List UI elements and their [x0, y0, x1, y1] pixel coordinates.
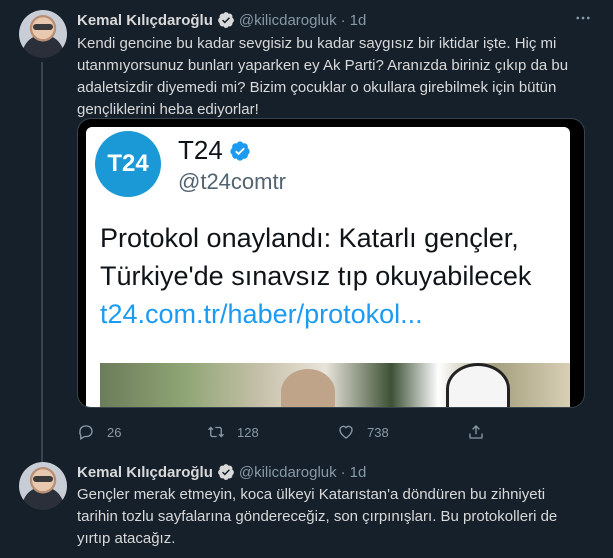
tweet-text: Gençler merak etmeyin, koca ülkeyi Katar… — [77, 484, 587, 550]
heart-icon — [339, 425, 353, 439]
card-author-label: T24 — [178, 135, 223, 165]
embedded-screenshot: T24 T24 @t24comtr Protokol onaylandı: Ka… — [86, 127, 570, 407]
card-headline-line: Türkiye'de sınavsız tıp okuyabilecek — [100, 261, 532, 291]
like-count: 738 — [367, 424, 389, 440]
author-name[interactable]: Kemal Kılıçdaroğlu — [77, 12, 213, 29]
share-icon — [469, 425, 483, 439]
avatar[interactable] — [19, 462, 67, 510]
author-handle[interactable]: @kilicdarogluk — [239, 464, 337, 481]
separator: · — [340, 463, 346, 481]
more-horizontal-icon[interactable] — [571, 8, 595, 28]
card-author-name: T24 — [178, 135, 251, 166]
card-headline-line: Protokol onaylandı: Katarlı gençler, — [100, 223, 519, 253]
card-headline: Protokol onaylandı: Katarlı gençler, Tür… — [100, 219, 570, 295]
tweet-text-line: Kendi gencine bu kadar sevgisiz bu kadar… — [77, 35, 557, 52]
tweet-text-line: tarihin tozlu sayfalarına göndereceğiz, … — [77, 508, 558, 525]
timestamp[interactable]: 1d — [350, 464, 367, 481]
tweet-header: Kemal Kılıçdaroğlu @kilicdarogluk · 1d — [77, 462, 366, 482]
photo-person — [446, 363, 510, 407]
media-card[interactable]: T24 T24 @t24comtr Protokol onaylandı: Ka… — [77, 118, 585, 408]
tweet[interactable]: Kemal Kılıçdaroğlu @kilicdarogluk · 1d G… — [0, 452, 613, 558]
card-link: t24.com.tr/haber/protokol... — [100, 299, 423, 329]
tweet-text-line: utanmıyorsunuz bunları yaparken ey Ak Pa… — [77, 57, 569, 74]
verified-badge-icon — [217, 464, 234, 480]
verified-badge-icon — [217, 12, 234, 28]
like-button[interactable]: 738 — [337, 423, 467, 441]
reply-button[interactable]: 26 — [77, 423, 207, 441]
reply-icon — [79, 425, 93, 440]
tweet-text: Kendi gencine bu kadar sevgisiz bu kadar… — [77, 33, 587, 121]
share-button[interactable] — [467, 423, 497, 441]
retweet-count: 128 — [237, 424, 259, 440]
tweet-header: Kemal Kılıçdaroğlu @kilicdarogluk · 1d — [77, 10, 366, 30]
separator: · — [340, 11, 346, 29]
tweet-actions: 26 128 738 — [77, 420, 597, 444]
reply-count: 26 — [107, 424, 122, 440]
verified-badge-icon — [230, 140, 250, 161]
author-handle[interactable]: @kilicdarogluk — [239, 12, 337, 29]
avatar[interactable] — [19, 10, 67, 58]
retweet-icon — [208, 426, 224, 438]
photo-person — [281, 369, 335, 407]
tweet[interactable]: Kemal Kılıçdaroğlu @kilicdarogluk · 1d K… — [0, 0, 613, 462]
t24-logo: T24 — [95, 131, 161, 197]
tweet-text-line: yırtıp atacağız. — [77, 530, 176, 547]
tweet-text-line: adaletsizdir diyemedi mi? Bizim çocuklar… — [77, 79, 557, 96]
card-author-handle: @t24comtr — [178, 169, 286, 194]
timestamp[interactable]: 1d — [350, 12, 367, 29]
retweet-button[interactable]: 128 — [207, 423, 337, 441]
author-name[interactable]: Kemal Kılıçdaroğlu — [77, 464, 213, 481]
thread-line — [41, 62, 43, 462]
tweet-text-line: Gençler merak etmeyin, koca ülkeyi Katar… — [77, 486, 546, 503]
